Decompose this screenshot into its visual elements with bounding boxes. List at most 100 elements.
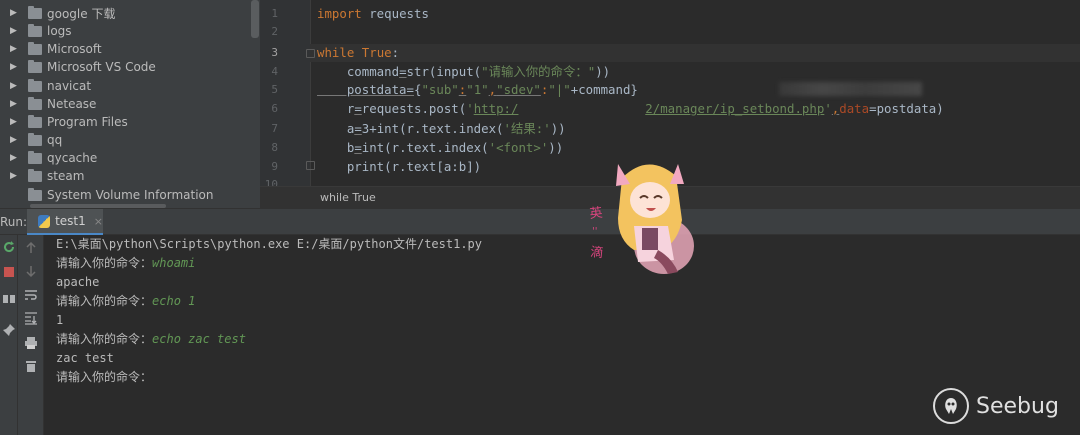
- expand-arrow-icon[interactable]: ▶: [10, 8, 20, 18]
- svg-text:滴: 滴: [590, 244, 605, 261]
- breadcrumb-label[interactable]: while True: [320, 191, 376, 204]
- fold-toggle-icon[interactable]: [306, 49, 315, 58]
- line-number: 6: [271, 102, 278, 115]
- arrow-down-icon[interactable]: [24, 264, 38, 278]
- soft-wrap-icon[interactable]: [24, 288, 38, 302]
- fold-toggle-icon[interactable]: [306, 161, 315, 170]
- run-toolwindow-header: Run: test1 ×: [0, 208, 1080, 236]
- anime-sticker-image: 英 '' 滴: [589, 164, 694, 274]
- code-text: int(r.text.index(: [361, 140, 489, 155]
- expand-arrow-icon[interactable]: ▶: [10, 62, 20, 72]
- line-number: 3: [271, 46, 278, 59]
- run-title: Run:: [0, 215, 28, 229]
- code-text: )): [548, 140, 564, 155]
- line-number: 2: [271, 25, 278, 38]
- folder-icon: [28, 59, 42, 73]
- tab-test1[interactable]: test1 ×: [27, 209, 103, 236]
- tree-item-netease[interactable]: ▶ Netease: [0, 95, 250, 113]
- expand-arrow-icon[interactable]: ▶: [10, 44, 20, 54]
- arrow-up-icon[interactable]: [24, 241, 38, 255]
- tree-item-program-files[interactable]: ▶ Program Files: [0, 113, 250, 131]
- console-line: apache: [56, 275, 100, 289]
- expand-arrow-icon[interactable]: ▶: [10, 135, 20, 145]
- code-text: :: [391, 45, 400, 60]
- tree-item-label: System Volume Information: [47, 188, 214, 202]
- code-text: b: [317, 140, 355, 155]
- code-text: r: [317, 101, 355, 116]
- code-text: a: [317, 121, 355, 136]
- redacted-gap: [518, 101, 645, 116]
- tree-item-google[interactable]: ▶ google 下载: [0, 4, 250, 22]
- code-string: "sub": [421, 82, 459, 97]
- rerun-icon[interactable]: [2, 240, 16, 254]
- close-icon[interactable]: ×: [94, 215, 103, 228]
- expand-arrow-icon[interactable]: ▶: [10, 26, 20, 36]
- console-line: 请输入你的命令：echo 1: [56, 292, 195, 311]
- tree-item-qq[interactable]: ▶ qq: [0, 131, 250, 149]
- expand-arrow-icon[interactable]: ▶: [10, 171, 20, 181]
- line-number: 10: [264, 178, 278, 186]
- url-link[interactable]: http:/: [474, 101, 519, 116]
- tree-item-logs[interactable]: ▶ logs: [0, 22, 250, 40]
- console-line: E:\桌面\python\Scripts\python.exe E:/桌面/py…: [56, 237, 483, 251]
- console-user-input: whoami: [152, 256, 196, 270]
- run-action-bar: [0, 235, 18, 435]
- folder-icon: [28, 78, 42, 92]
- code-string: "sdev": [496, 82, 541, 97]
- redaction-blur: [779, 82, 922, 96]
- expand-arrow-icon[interactable]: ▶: [10, 117, 20, 127]
- layout-icon[interactable]: [2, 292, 16, 306]
- seebug-watermark: Seebug: [933, 388, 1059, 424]
- line-number: 9: [271, 160, 278, 173]
- code-text: =postdata): [869, 101, 944, 116]
- pin-icon[interactable]: [2, 323, 16, 337]
- stop-icon[interactable]: [2, 265, 16, 279]
- console-line: 请输入你的命令：: [56, 368, 152, 387]
- code-line-7: a=3+int(r.text.index('结果:')): [317, 120, 566, 138]
- line-number: 7: [271, 122, 278, 135]
- svg-text:'': '': [592, 226, 598, 237]
- code-line-1: import requests: [317, 5, 429, 23]
- tree-vertical-scrollbar[interactable]: [251, 0, 259, 38]
- folder-icon: [28, 23, 42, 37]
- tree-item-system-volume-information[interactable]: ▶ System Volume Information: [0, 186, 250, 204]
- code-text: 3+int(r.text.index(: [361, 121, 504, 136]
- svg-text:英: 英: [589, 206, 604, 222]
- code-text: print(r.text[a:b]): [317, 159, 482, 174]
- print-icon[interactable]: [24, 336, 38, 350]
- code-text: str(input(: [406, 64, 482, 79]
- code-text: command: [317, 64, 400, 79]
- expand-arrow-icon[interactable]: ▶: [10, 99, 20, 109]
- url-link[interactable]: 2/manager/ip_setbond.php: [645, 101, 824, 116]
- line-number-gutter: 1 2 3 4 5 6 7 8 9 10: [260, 0, 310, 186]
- console-prompt: 请输入你的命令：: [56, 256, 153, 270]
- tree-item-label: Microsoft VS Code: [47, 60, 156, 74]
- trash-icon[interactable]: [24, 359, 38, 373]
- tree-item-label: qq: [47, 133, 63, 147]
- code-string: '结果:': [503, 121, 551, 136]
- tab-label: test1: [55, 214, 86, 228]
- tree-item-qycache[interactable]: ▶ qycache: [0, 149, 250, 167]
- console-prompt: 请输入你的命令：: [56, 294, 153, 308]
- expand-arrow-icon[interactable]: ▶: [10, 81, 20, 91]
- tree-item-navicat[interactable]: ▶ navicat: [0, 77, 250, 95]
- code-text: =: [354, 121, 362, 136]
- scroll-to-end-icon[interactable]: [24, 311, 38, 325]
- code-line-8: b=int(r.text.index('<font>')): [317, 139, 563, 157]
- tree-item-label: navicat: [47, 79, 92, 93]
- seebug-logo-icon: [933, 388, 969, 424]
- line-number: 4: [271, 65, 278, 78]
- code-text: =: [354, 140, 362, 155]
- code-text: )): [595, 64, 611, 79]
- tree-item-steam[interactable]: ▶ steam: [0, 167, 250, 185]
- code-keyword: True: [354, 45, 392, 60]
- code-line-9: print(r.text[a:b]): [317, 158, 481, 176]
- tree-item-microsoft[interactable]: ▶ Microsoft: [0, 40, 250, 58]
- console-output[interactable]: E:\桌面\python\Scripts\python.exe E:/桌面/py…: [44, 235, 1080, 435]
- expand-arrow-icon[interactable]: ▶: [10, 153, 20, 163]
- folder-icon: [28, 187, 42, 201]
- tree-item-label: google 下载: [47, 6, 116, 21]
- console-user-input: echo zac test: [152, 332, 246, 346]
- tree-item-microsoft-vs-code[interactable]: ▶ Microsoft VS Code: [0, 58, 250, 76]
- fold-column: [310, 0, 317, 186]
